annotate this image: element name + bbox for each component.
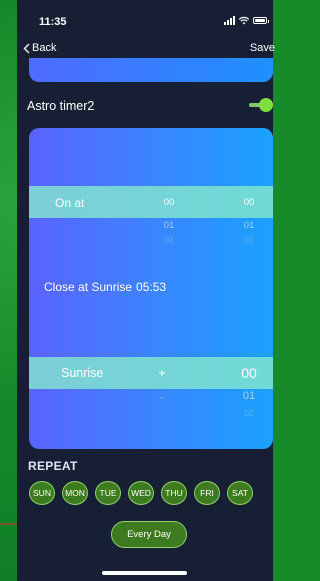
- astro-timer-toggle[interactable]: [249, 98, 273, 112]
- minute-picker-selected[interactable]: 00: [230, 197, 268, 208]
- back-label: Back: [32, 42, 57, 54]
- event-label[interactable]: Sunrise: [61, 366, 103, 380]
- hour-picker-selected[interactable]: 00: [150, 197, 188, 208]
- day-button-wed[interactable]: WED: [128, 481, 154, 505]
- back-button[interactable]: Back: [23, 42, 56, 54]
- repeat-label: REPEAT: [28, 459, 78, 473]
- offset-picker-option[interactable]: 02: [225, 409, 273, 418]
- close-at-label: Close at Sunrise: [44, 280, 133, 294]
- save-button[interactable]: Save: [250, 42, 275, 54]
- home-indicator: [102, 571, 187, 575]
- status-icons: [224, 16, 269, 25]
- previous-timer-card: [29, 58, 273, 82]
- every-day-button[interactable]: Every Day: [111, 521, 187, 548]
- day-button-sun[interactable]: SUN: [29, 481, 55, 505]
- status-bar: 11:35: [17, 0, 273, 40]
- sign-picker-selected[interactable]: +: [147, 366, 177, 380]
- astro-timer-label: Astro timer2: [27, 99, 95, 113]
- astro-timer-row: Astro timer2: [27, 97, 273, 115]
- hour-picker-option[interactable]: 02: [150, 236, 188, 245]
- app-screen: 11:35 Back Save Astro timer2 On at 00 00…: [17, 0, 275, 581]
- close-at-time: 05:53: [136, 280, 167, 294]
- edge-line: [0, 523, 17, 525]
- day-button-sat[interactable]: SAT: [227, 481, 253, 505]
- hour-picker-option[interactable]: 01: [150, 220, 188, 231]
- close-at-text: Close at Sunrise 05:53: [44, 280, 166, 294]
- day-button-mon[interactable]: MON: [62, 481, 88, 505]
- wifi-icon: [239, 16, 249, 25]
- minute-picker-option[interactable]: 02: [230, 236, 268, 245]
- offset-picker-option[interactable]: 01: [225, 390, 273, 402]
- status-time: 11:35: [39, 16, 67, 28]
- on-at-label: On at: [55, 196, 85, 210]
- cellular-signal-icon: [224, 16, 235, 25]
- day-button-thu[interactable]: THU: [161, 481, 187, 505]
- timer-card: On at 00 00 01 01 02 02 Close at Sunrise…: [29, 128, 273, 449]
- battery-icon: [253, 17, 269, 24]
- repeat-days: SUN MON TUE WED THU FRI SAT: [29, 481, 279, 505]
- chevron-left-icon: [23, 43, 30, 53]
- sign-picker-option[interactable]: -: [147, 392, 177, 404]
- day-button-fri[interactable]: FRI: [194, 481, 220, 505]
- minute-picker-option[interactable]: 01: [230, 220, 268, 231]
- day-button-tue[interactable]: TUE: [95, 481, 121, 505]
- offset-picker-selected[interactable]: 00: [225, 365, 273, 381]
